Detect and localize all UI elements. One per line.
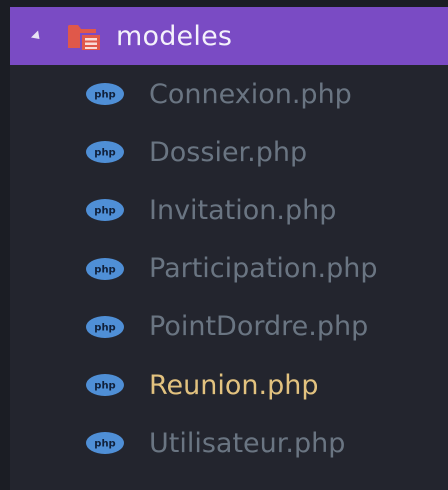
- file-row-connexion[interactable]: php Connexion.php: [10, 65, 448, 123]
- svg-text:php: php: [94, 90, 115, 101]
- folder-row-modeles[interactable]: modeles: [10, 7, 448, 65]
- php-icon: php: [85, 373, 125, 397]
- svg-text:php: php: [94, 381, 115, 392]
- svg-text:php: php: [94, 264, 115, 275]
- svg-text:php: php: [94, 206, 115, 217]
- php-icon: php: [85, 82, 125, 106]
- expand-arrow-icon[interactable]: [30, 29, 44, 43]
- file-label: Reunion.php: [149, 369, 319, 401]
- file-row-participation[interactable]: php Participation.php: [10, 240, 448, 298]
- file-row-utilisateur[interactable]: php Utilisateur.php: [10, 414, 448, 472]
- file-row-pointdordre[interactable]: php PointDordre.php: [10, 298, 448, 356]
- file-label: Connexion.php: [149, 78, 352, 110]
- explorer-frame: modeles php Connexion.php php Dossier.ph…: [0, 0, 448, 490]
- php-icon: php: [85, 257, 125, 281]
- svg-text:php: php: [94, 439, 115, 450]
- php-icon: php: [85, 140, 125, 164]
- php-icon: php: [85, 315, 125, 339]
- file-label: Utilisateur.php: [149, 427, 346, 459]
- svg-text:php: php: [94, 322, 115, 333]
- svg-text:php: php: [94, 148, 115, 159]
- file-row-dossier[interactable]: php Dossier.php: [10, 123, 448, 181]
- folder-label: modeles: [116, 20, 233, 52]
- file-row-reunion[interactable]: php Reunion.php: [10, 356, 448, 414]
- file-label: Invitation.php: [149, 194, 337, 226]
- file-label: Dossier.php: [149, 136, 308, 168]
- file-tree: modeles php Connexion.php php Dossier.ph…: [10, 7, 448, 490]
- file-label: Participation.php: [149, 253, 378, 285]
- php-icon: php: [85, 198, 125, 222]
- php-icon: php: [85, 431, 125, 455]
- file-row-invitation[interactable]: php Invitation.php: [10, 181, 448, 239]
- file-label: PointDordre.php: [149, 311, 369, 343]
- file-list: php Connexion.php php Dossier.php php In…: [10, 65, 448, 472]
- folder-icon: [66, 20, 104, 52]
